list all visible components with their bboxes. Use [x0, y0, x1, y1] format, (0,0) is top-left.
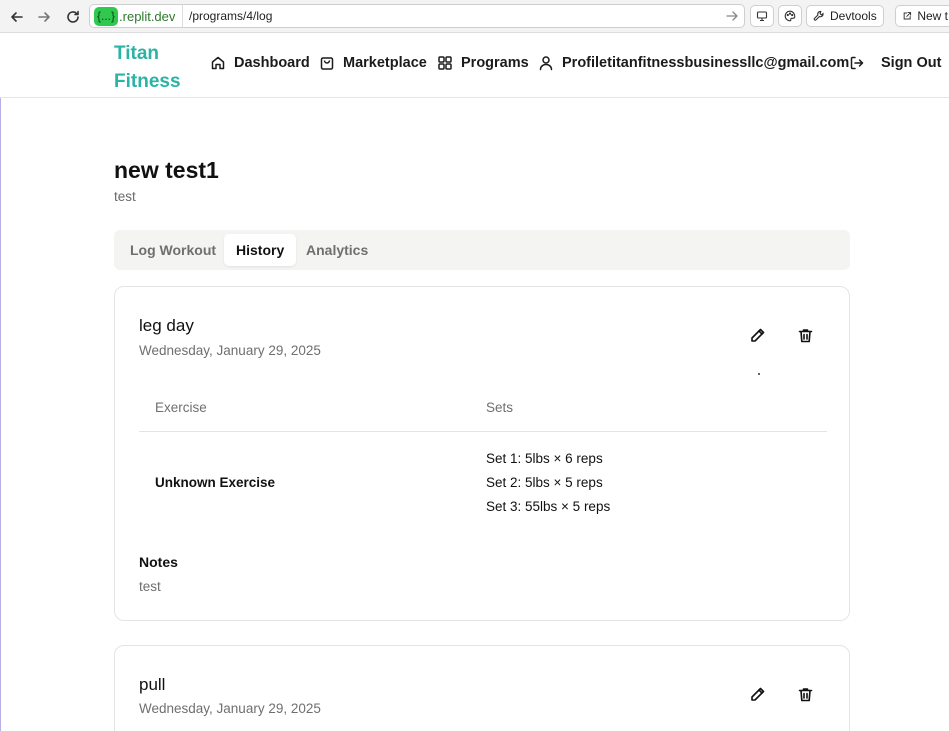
- exercise-name: Unknown Exercise: [155, 475, 276, 490]
- new-tab-label: New t: [917, 9, 948, 23]
- nav-dashboard-label: Dashboard: [234, 55, 310, 71]
- arrow-left-icon: [11, 12, 23, 22]
- workout-title: pull: [139, 675, 166, 694]
- arrow-right-icon: [38, 12, 50, 22]
- cursor-dot: [758, 373, 760, 375]
- workout-title: leg day: [139, 316, 194, 335]
- log-out-icon: [850, 56, 864, 70]
- table-divider: [139, 431, 827, 432]
- nav-marketplace-label: Marketplace: [343, 55, 427, 71]
- nav-programs[interactable]: Programs: [437, 55, 529, 71]
- grid-icon: [438, 56, 452, 70]
- pencil-icon: [750, 687, 764, 701]
- set-row: Set 2: 5lbs × 5 reps: [486, 475, 603, 490]
- screen-button[interactable]: [750, 5, 774, 27]
- url-host-pill: {...}: [94, 7, 119, 26]
- devtools-label: Devtools: [830, 9, 877, 23]
- workout-card: leg day Wednesday, January 29, 2025 Exer…: [114, 286, 850, 621]
- url-path: /programs/4/log: [189, 9, 273, 23]
- url-host: {...} .replit.dev: [94, 7, 175, 26]
- set-row: Set 3: 55lbs × 5 reps: [486, 499, 611, 514]
- brand-line-2: Fitness: [114, 71, 181, 92]
- browser-toolbar: {...} .replit.dev /programs/4/log Devtoo…: [0, 0, 949, 33]
- external-link-icon: [903, 12, 912, 20]
- monitor-icon: [756, 11, 768, 22]
- nav-profile[interactable]: Profiletitanfitnessbusinessllc@gmail.com: [538, 55, 849, 71]
- forward-button[interactable]: [34, 7, 54, 27]
- brand-line-1: Titan: [114, 43, 160, 64]
- page-subtitle: test: [114, 189, 136, 204]
- address-bar[interactable]: {...} .replit.dev /programs/4/log: [89, 4, 745, 28]
- workout-date: Wednesday, January 29, 2025: [139, 701, 321, 716]
- wrench-icon: [813, 10, 824, 21]
- delete-workout-button[interactable]: [793, 323, 817, 347]
- app-header: Titan Fitness Dashboard Marketplace Prog…: [0, 33, 949, 98]
- reload-button[interactable]: [63, 7, 83, 27]
- tab-history[interactable]: History: [224, 234, 297, 266]
- home-icon: [211, 56, 225, 70]
- window-left-edge: [0, 33, 1, 731]
- nav-dashboard[interactable]: Dashboard: [210, 55, 310, 71]
- sign-out-button[interactable]: Sign Out: [849, 55, 941, 71]
- nav-profile-label: Profiletitanfitnessbusinessllc@gmail.com: [562, 55, 850, 71]
- palette-icon: [784, 10, 796, 22]
- shopping-bag-icon: [320, 57, 334, 70]
- go-arrow-icon[interactable]: [725, 9, 739, 23]
- delete-workout-button[interactable]: [793, 682, 817, 706]
- reload-icon: [67, 10, 79, 23]
- column-header-exercise: Exercise: [155, 400, 207, 415]
- brand-logo[interactable]: Titan Fitness: [114, 40, 181, 96]
- url-host-domain: .replit.dev: [119, 9, 176, 24]
- new-tab-button[interactable]: New t: [895, 5, 949, 27]
- tab-list: Log Workout History Analytics: [114, 230, 850, 270]
- page-title: new test1: [114, 157, 219, 183]
- edit-workout-button[interactable]: [745, 682, 769, 706]
- back-button[interactable]: [7, 7, 27, 27]
- devtools-button[interactable]: Devtools: [806, 5, 884, 27]
- workout-date: Wednesday, January 29, 2025: [139, 343, 321, 358]
- edit-workout-button[interactable]: [745, 323, 769, 347]
- sign-out-label: Sign Out: [881, 55, 942, 71]
- notes-text: test: [139, 579, 161, 594]
- trash-icon: [798, 687, 812, 701]
- trash-icon: [798, 328, 812, 342]
- tab-analytics[interactable]: Analytics: [294, 234, 380, 266]
- tab-log-workout[interactable]: Log Workout: [118, 234, 228, 266]
- nav-marketplace[interactable]: Marketplace: [319, 55, 427, 71]
- url-divider: [182, 5, 183, 27]
- pencil-icon: [750, 328, 764, 342]
- workout-card: pull Wednesday, January 29, 2025: [114, 645, 850, 731]
- user-icon: [539, 56, 553, 71]
- notes-label: Notes: [139, 554, 178, 570]
- theme-button[interactable]: [778, 5, 802, 27]
- column-header-sets: Sets: [486, 400, 514, 415]
- nav-programs-label: Programs: [461, 55, 529, 71]
- set-row: Set 1: 5lbs × 6 reps: [486, 451, 603, 466]
